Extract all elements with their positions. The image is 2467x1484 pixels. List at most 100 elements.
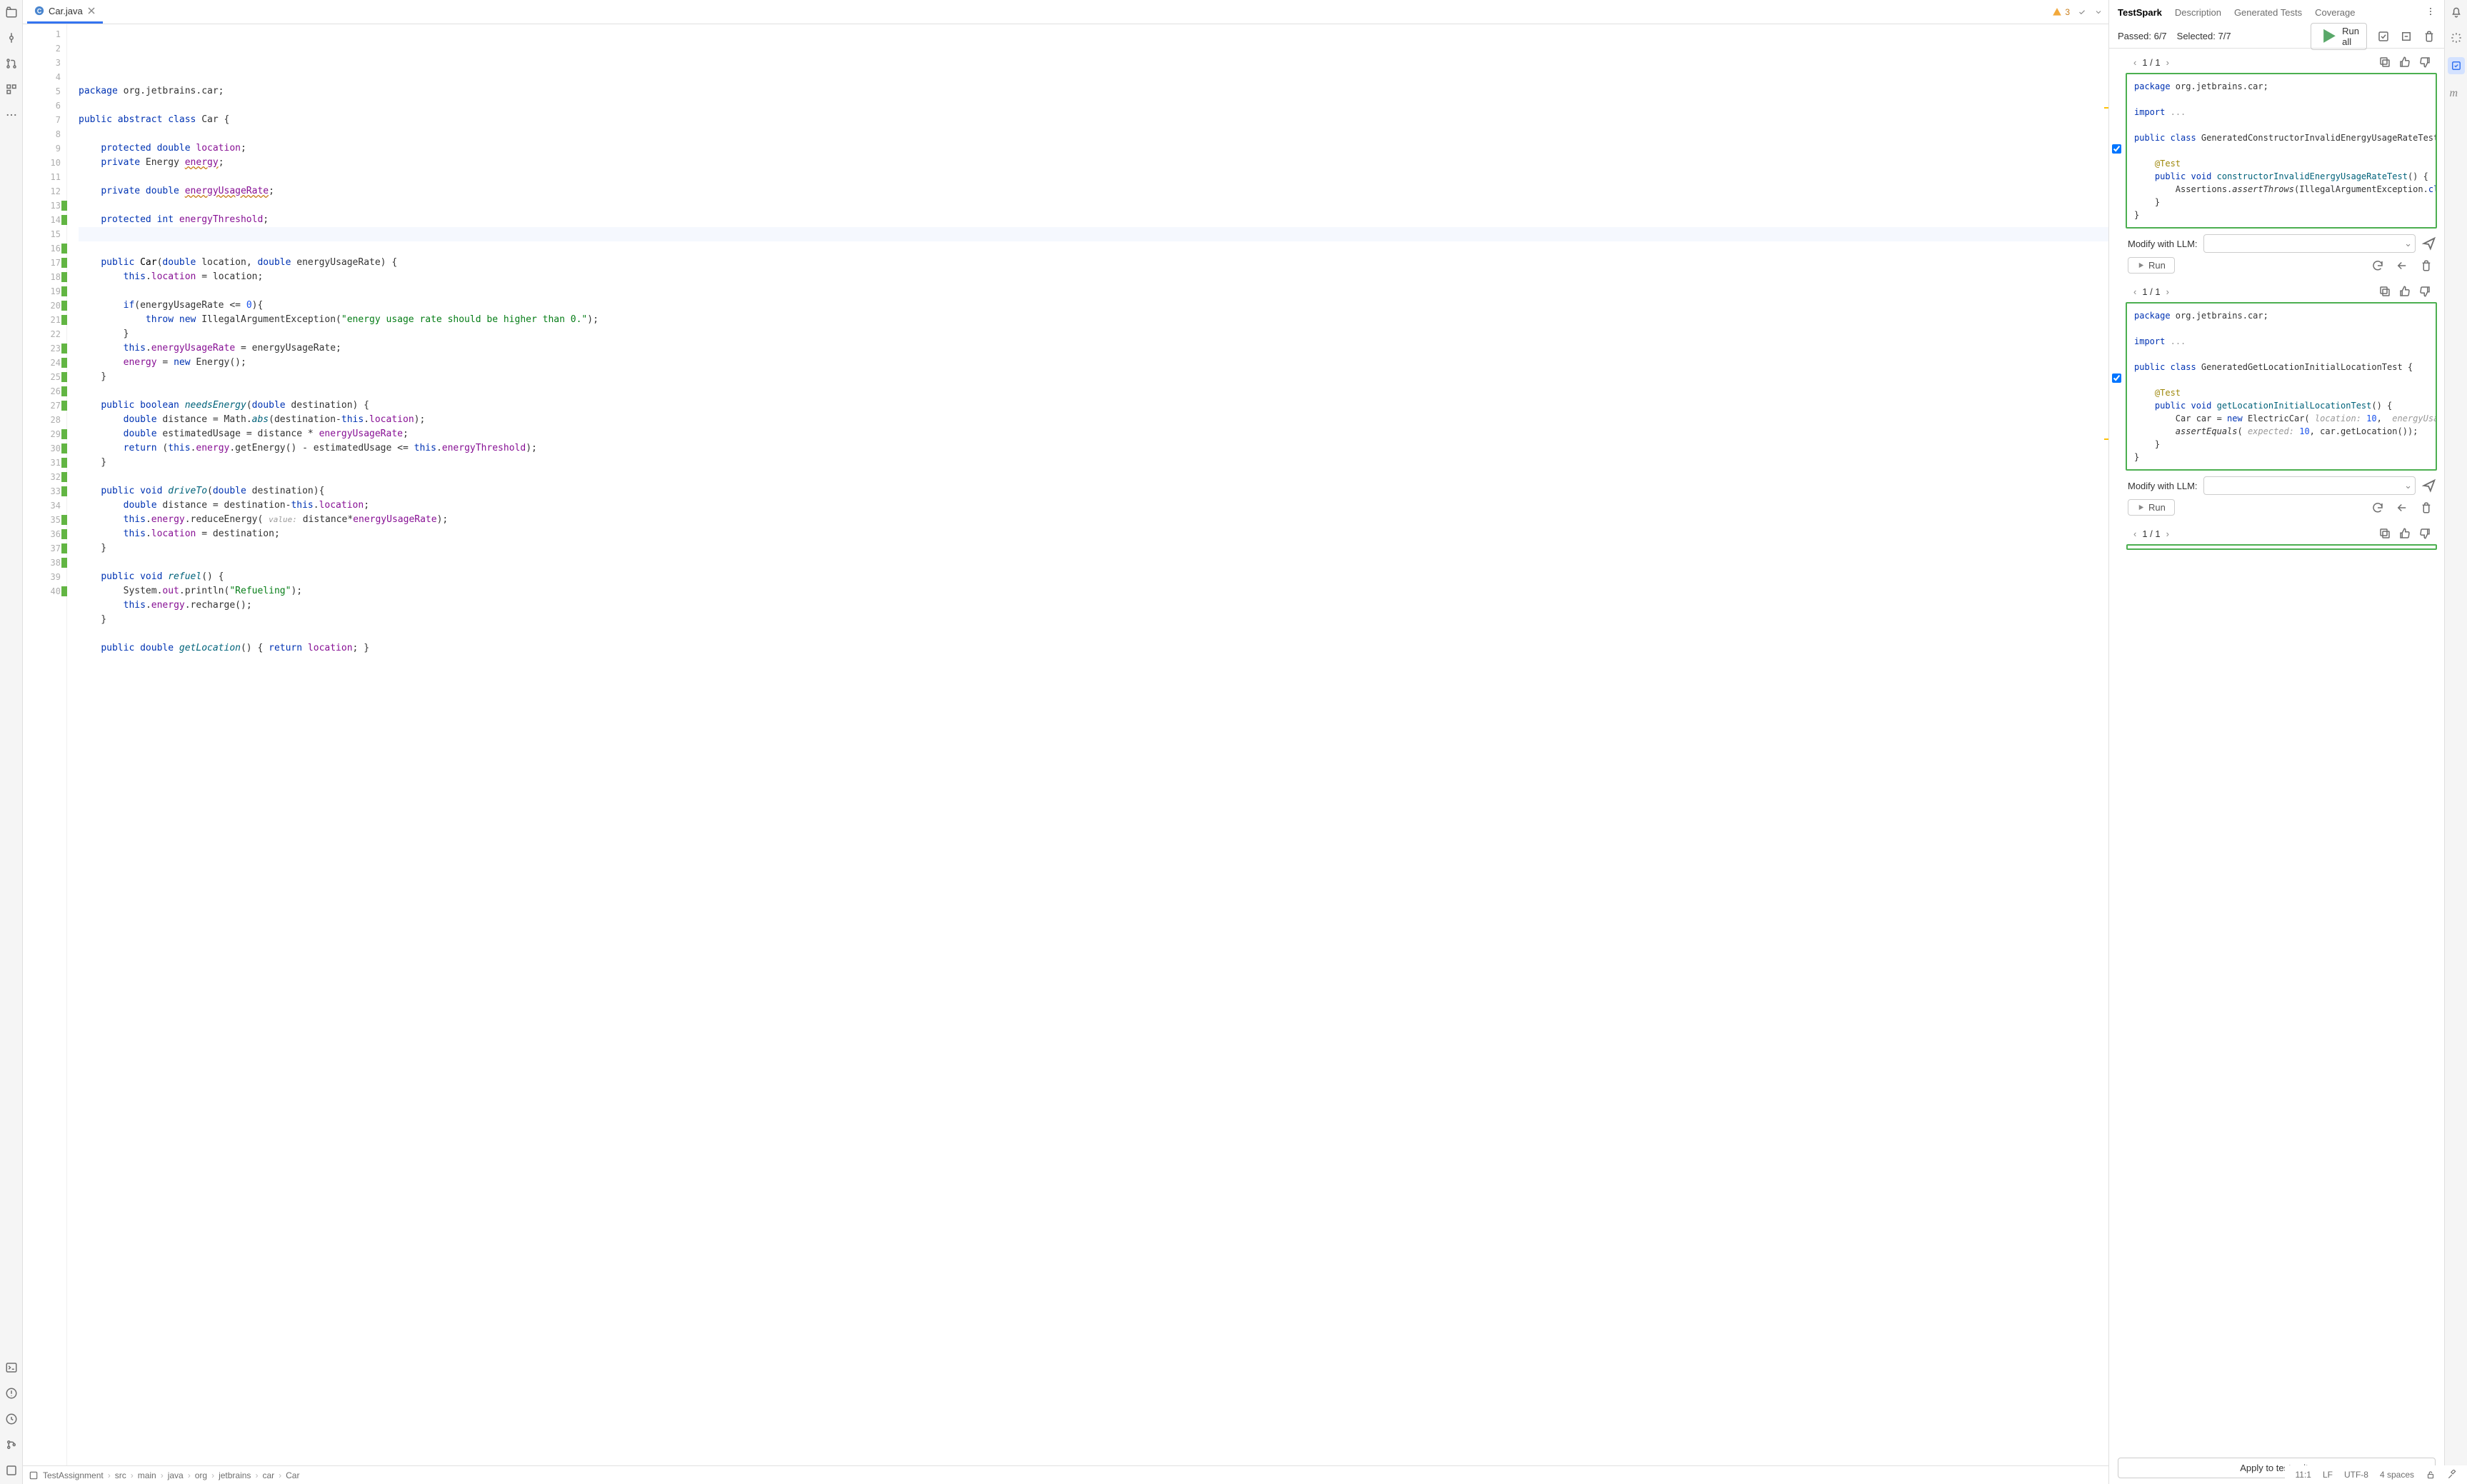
build-icon[interactable] <box>5 1464 18 1477</box>
more-icon[interactable] <box>5 109 18 121</box>
chevron-down-icon[interactable]: ⌄ <box>2404 480 2412 491</box>
ai-icon[interactable] <box>2450 31 2463 44</box>
llm-input[interactable]: ⌄ <box>2203 234 2416 253</box>
back-icon[interactable] <box>2396 501 2408 514</box>
code-line[interactable]: this.energy.reduceEnergy( value: distanc… <box>79 513 2108 527</box>
test-select-checkbox[interactable] <box>2112 144 2121 154</box>
code-line[interactable]: } <box>79 370 2108 384</box>
run-all-button[interactable]: Run all <box>2311 23 2367 50</box>
notifications-bell-icon[interactable] <box>2450 6 2463 19</box>
code-line[interactable] <box>79 241 2108 256</box>
chevron-down-icon[interactable] <box>2094 8 2103 16</box>
thumbs-up-icon[interactable] <box>2398 527 2411 540</box>
line-separator[interactable]: LF <box>2323 1470 2333 1480</box>
chevron-left-icon[interactable]: ‹ <box>2133 528 2136 539</box>
vcs-icon[interactable] <box>5 1438 18 1451</box>
thumbs-up-icon[interactable] <box>2398 285 2411 298</box>
delete-icon[interactable] <box>2420 501 2433 514</box>
code-line[interactable]: protected int energyThreshold; <box>79 213 2108 227</box>
llm-input[interactable]: ⌄ <box>2203 476 2416 495</box>
commit-icon[interactable] <box>5 31 18 44</box>
code-line[interactable]: throw new IllegalArgumentException("ener… <box>79 313 2108 327</box>
code-editor[interactable]: package org.jetbrains.car; public abstra… <box>67 24 2108 1465</box>
code-line[interactable] <box>79 284 2108 299</box>
test-code[interactable]: package org.jetbrains.car; import ... pu… <box>2126 302 2437 471</box>
code-line[interactable]: public double getLocation() { return loc… <box>79 641 2108 656</box>
tab-description[interactable]: Description <box>2175 7 2221 18</box>
encoding[interactable]: UTF-8 <box>2344 1470 2368 1480</box>
tab-coverage[interactable]: Coverage <box>2315 7 2355 18</box>
code-line[interactable]: protected double location; <box>79 141 2108 156</box>
breadcrumb-item[interactable]: car <box>262 1470 274 1480</box>
code-line[interactable]: public abstract class Car { <box>79 113 2108 127</box>
code-line[interactable]: if(energyUsageRate <= 0){ <box>79 299 2108 313</box>
code-line[interactable]: } <box>79 327 2108 341</box>
run-button[interactable]: Run <box>2128 499 2175 516</box>
breadcrumb-item[interactable]: jetbrains <box>219 1470 251 1480</box>
code-line[interactable]: energy = new Energy(); <box>79 356 2108 370</box>
code-line[interactable]: package org.jetbrains.car; <box>79 84 2108 99</box>
chevron-right-icon[interactable]: › <box>2166 57 2169 68</box>
code-line[interactable] <box>79 127 2108 141</box>
code-line[interactable] <box>79 470 2108 484</box>
problems-icon[interactable] <box>5 1387 18 1400</box>
tab-testspark[interactable]: TestSpark <box>2118 7 2162 18</box>
send-icon[interactable] <box>2421 236 2437 251</box>
code-line[interactable]: public void refuel() { <box>79 570 2108 584</box>
refresh-icon[interactable] <box>2371 259 2384 272</box>
thumbs-down-icon[interactable] <box>2418 285 2431 298</box>
code-line[interactable]: double estimatedUsage = distance * energ… <box>79 427 2108 441</box>
more-icon[interactable] <box>2426 6 2436 19</box>
code-line[interactable] <box>79 556 2108 570</box>
editor-tab-active[interactable]: C Car.java <box>27 0 103 24</box>
delete-icon[interactable] <box>2420 259 2433 272</box>
test-code[interactable] <box>2126 544 2437 550</box>
refresh-icon[interactable] <box>2371 501 2384 514</box>
copy-icon[interactable] <box>2378 285 2391 298</box>
breadcrumb-item[interactable]: Car <box>286 1470 299 1480</box>
code-line[interactable]: private Energy energy; <box>79 156 2108 170</box>
test-code[interactable]: package org.jetbrains.car; import ... pu… <box>2126 73 2437 229</box>
test-select-checkbox[interactable] <box>2112 373 2121 383</box>
maven-icon[interactable]: m <box>2450 87 2463 100</box>
code-line[interactable]: double distance = Math.abs(destination-t… <box>79 413 2108 427</box>
project-icon[interactable] <box>5 6 18 19</box>
code-line[interactable]: private double energyUsageRate; <box>79 184 2108 199</box>
code-line[interactable]: this.location = location; <box>79 270 2108 284</box>
code-line[interactable] <box>79 627 2108 641</box>
warning-badge[interactable]: 3 <box>2052 7 2070 17</box>
chevron-left-icon[interactable]: ‹ <box>2133 57 2136 68</box>
code-line[interactable] <box>79 170 2108 184</box>
select-all-icon[interactable] <box>2377 30 2390 43</box>
settings-icon[interactable] <box>2447 1470 2457 1480</box>
breadcrumb-item[interactable]: java <box>168 1470 184 1480</box>
thumbs-up-icon[interactable] <box>2398 56 2411 69</box>
indent[interactable]: 4 spaces <box>2380 1470 2414 1480</box>
readonly-icon[interactable] <box>2426 1470 2436 1480</box>
code-line[interactable]: this.energyUsageRate = energyUsageRate; <box>79 341 2108 356</box>
pull-request-icon[interactable] <box>5 57 18 70</box>
terminal-icon[interactable] <box>5 1361 18 1374</box>
code-line[interactable]: double distance = destination-this.locat… <box>79 498 2108 513</box>
code-line[interactable] <box>79 199 2108 213</box>
chevron-right-icon[interactable]: › <box>2166 286 2169 297</box>
code-line[interactable]: public boolean needsEnergy(double destin… <box>79 398 2108 413</box>
testspark-icon[interactable] <box>2448 57 2465 74</box>
copy-icon[interactable] <box>2378 527 2391 540</box>
thumbs-down-icon[interactable] <box>2418 56 2431 69</box>
code-line[interactable]: } <box>79 456 2108 470</box>
code-line[interactable]: System.out.println("Refueling"); <box>79 584 2108 598</box>
chevron-down-icon[interactable]: ⌄ <box>2404 238 2412 249</box>
structure-icon[interactable] <box>5 83 18 96</box>
code-line[interactable]: this.location = destination; <box>79 527 2108 541</box>
breadcrumb-item[interactable]: main <box>138 1470 156 1480</box>
tab-generated-tests[interactable]: Generated Tests <box>2234 7 2302 18</box>
send-icon[interactable] <box>2421 478 2437 493</box>
code-line[interactable] <box>79 384 2108 398</box>
collapse-icon[interactable] <box>2400 30 2413 43</box>
code-line[interactable]: this.energy.recharge(); <box>79 598 2108 613</box>
breadcrumb-item[interactable]: src <box>115 1470 126 1480</box>
code-line[interactable]: } <box>79 541 2108 556</box>
notifications-icon[interactable] <box>5 1413 18 1425</box>
code-line[interactable]: return (this.energy.getEnergy() - estima… <box>79 441 2108 456</box>
